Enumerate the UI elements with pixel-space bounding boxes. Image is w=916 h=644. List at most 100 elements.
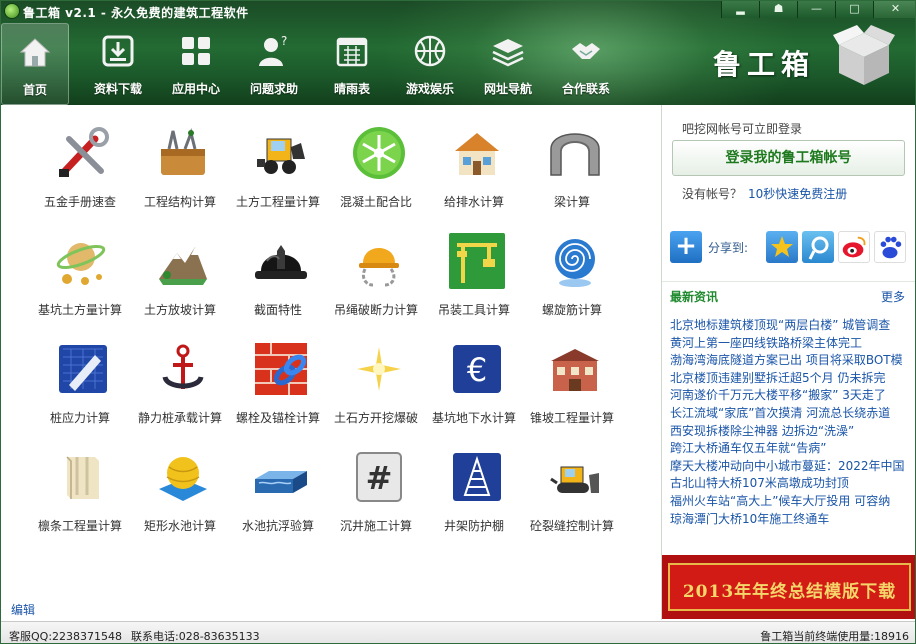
- help-person-icon: ?: [259, 34, 287, 66]
- app-label: 土石方开挖爆破: [333, 411, 418, 425]
- app-tile[interactable]: 吊装工具计算: [425, 213, 523, 317]
- app-tile[interactable]: 混凝土配合比: [327, 105, 425, 209]
- close-button[interactable]: ✕: [873, 1, 915, 18]
- app-tile[interactable]: 砼裂缝控制计算: [523, 429, 621, 533]
- sina-share-icon[interactable]: [838, 231, 870, 263]
- app-tile[interactable]: 土方放坡计算: [131, 213, 229, 317]
- svg-text:€: €: [467, 351, 487, 389]
- toolbar-app-center[interactable]: 应用中心: [157, 23, 235, 105]
- app-tile[interactable]: 螺栓及锚栓计算: [229, 321, 327, 425]
- news-item[interactable]: 福州火车站“高大上”候车大厅投用 可容纳: [670, 493, 910, 511]
- promo-banner-text: 2013年年终总结模版下载: [682, 582, 897, 602]
- news-item[interactable]: 河南遂价千万元大楼平移“搬家” 3天走了: [670, 387, 910, 405]
- app-label: 五金手册速查: [43, 195, 116, 209]
- maximize-button[interactable]: □: [835, 1, 873, 18]
- app-label: 锥坡工程量计算: [529, 411, 614, 425]
- app-tile[interactable]: € 基坑地下水计算: [425, 321, 523, 425]
- news-item[interactable]: 北京地标建筑楼顶现“两层白楼” 城管调查: [670, 317, 910, 335]
- app-label: 基坑地下水计算: [431, 411, 516, 425]
- toolbar-download[interactable]: 资料下载: [79, 23, 157, 105]
- toolbar-label: 合作联系: [561, 82, 610, 96]
- app-label: 截面特性: [253, 303, 302, 317]
- app-label: 梁计算: [553, 195, 590, 209]
- promo-banner[interactable]: 2013年年终总结模版下载: [662, 555, 915, 619]
- login-button[interactable]: 登录我的鲁工箱帐号: [672, 140, 905, 176]
- anchor-icon: [162, 344, 204, 389]
- toolbar-home[interactable]: 首页: [1, 23, 69, 105]
- window-title: 鲁工箱 v2.1 - 永久免费的建筑工程软件: [23, 6, 249, 20]
- svg-text:?: ?: [281, 34, 287, 48]
- app-label: 土方工程量计算: [235, 195, 320, 209]
- news-list: 北京地标建筑楼顶现“两层白楼” 城管调查 黄河上第一座四线铁路桥梁主体完工 渤海…: [670, 317, 910, 528]
- edit-link[interactable]: 编辑: [11, 601, 35, 618]
- promo-banner-frame: 2013年年终总结模版下载: [668, 563, 911, 611]
- news-item[interactable]: 西安现拆楼除尘神器 边拆边“洗澡”: [670, 423, 910, 441]
- app-tile[interactable]: 锥坡工程量计算: [523, 321, 621, 425]
- app-grid: 五金手册速查 工程结构计算 土方工程量计算 混凝土配合比 给排水计算 梁计算 基…: [1, 105, 661, 620]
- star-icon: [771, 236, 793, 257]
- burst-icon: [357, 347, 401, 391]
- toolbar-label: 问题求助: [249, 82, 298, 96]
- handshake-icon: [572, 43, 600, 59]
- app-label: 桩应力计算: [49, 411, 110, 425]
- skin-button[interactable]: ▂: [721, 1, 759, 18]
- app-tile[interactable]: 工程结构计算: [131, 105, 229, 209]
- news-item[interactable]: 跨江大桥通车仅五年就“告病”: [670, 440, 910, 458]
- app-tile[interactable]: 矩形水池计算: [131, 429, 229, 533]
- title-bar: 鲁工箱 v2.1 - 永久免费的建筑工程软件 ▂ ☗ — □ ✕: [1, 1, 915, 23]
- toolbar-cooperation[interactable]: 合作联系: [547, 23, 625, 105]
- app-tile[interactable]: 水池抗浮验算: [229, 429, 327, 533]
- baidu-share-icon[interactable]: [874, 231, 906, 263]
- app-tile[interactable]: 静力桩承载计算: [131, 321, 229, 425]
- tools-icon: [59, 127, 109, 177]
- toolbar-weather[interactable]: 晴雨表: [313, 23, 391, 105]
- app-tile[interactable]: 吊绳破断力计算: [327, 213, 425, 317]
- news-item[interactable]: 北京楼顶违建别墅拆迁超5个月 仍未拆完: [670, 370, 910, 388]
- toolbar-help[interactable]: ? 问题求助: [235, 23, 313, 105]
- app-label: 水池抗浮验算: [241, 519, 314, 533]
- brand-area: 鲁工箱: [713, 25, 903, 91]
- pool-icon: [255, 471, 307, 493]
- hash-icon: #: [356, 452, 402, 502]
- news-more-link[interactable]: 更多: [881, 288, 905, 305]
- minimize-button[interactable]: —: [797, 1, 835, 18]
- app-tile[interactable]: 螺旋筋计算: [523, 213, 621, 317]
- app-tile[interactable]: 檩条工程量计算: [31, 429, 129, 533]
- register-link[interactable]: 10秒快速免费注册: [748, 187, 847, 201]
- news-item[interactable]: 渤海湾海底隧道方案已出 项目将采取BOT模: [670, 352, 910, 370]
- app-label: 井架防护棚: [443, 519, 504, 533]
- app-tile[interactable]: 梁计算: [523, 105, 621, 209]
- brick-chain-icon: [255, 343, 307, 395]
- app-label: 给排水计算: [443, 195, 504, 209]
- app-tile[interactable]: 井架防护棚: [425, 429, 523, 533]
- toolbar-nav[interactable]: 网址导航: [469, 23, 547, 105]
- layers-icon: [492, 39, 524, 67]
- app-tile[interactable]: 土石方开挖爆破: [327, 321, 425, 425]
- blueprint-icon: [59, 345, 107, 393]
- house-icon: [455, 133, 499, 175]
- news-item[interactable]: 摩天大楼冲动向中小城市蔓延：2022年中国: [670, 458, 910, 476]
- news-item[interactable]: 长江流域“家底”首次摸清 河流总长绕赤道: [670, 405, 910, 423]
- app-tile[interactable]: 基坑土方量计算: [31, 213, 129, 317]
- news-item[interactable]: 琼海潭门大桥10年施工终通车: [670, 511, 910, 529]
- app-tile[interactable]: 五金手册速查: [31, 105, 129, 209]
- beam-icon: [66, 456, 99, 499]
- app-tile[interactable]: 截面特性: [229, 213, 327, 317]
- spiral-icon: [555, 239, 595, 287]
- add-share-button[interactable]: +: [670, 231, 702, 263]
- qzone-share-icon[interactable]: [766, 231, 798, 263]
- box-logo-icon: [833, 25, 895, 85]
- app-label: 螺旋筋计算: [541, 303, 602, 317]
- menu-button[interactable]: ☗: [759, 1, 797, 18]
- app-tile[interactable]: 桩应力计算: [31, 321, 129, 425]
- side-panel: 吧挖网帐号可立即登录 登录我的鲁工箱帐号 没有帐号？ 10秒快速免费注册 + 分享…: [661, 105, 915, 620]
- status-bar: 客服QQ:2238371548 联系电话:028-83635133 鲁工箱当前终…: [1, 621, 915, 643]
- tencent-share-icon[interactable]: [802, 231, 834, 263]
- app-tile[interactable]: 给排水计算: [425, 105, 523, 209]
- news-item[interactable]: 古北山特大桥107米高墩成功封顶: [670, 475, 910, 493]
- app-tile[interactable]: 土方工程量计算: [229, 105, 327, 209]
- app-label: 砼裂缝控制计算: [529, 519, 614, 533]
- toolbar-games[interactable]: 游戏娱乐: [391, 23, 469, 105]
- news-item[interactable]: 黄河上第一座四线铁路桥梁主体完工: [670, 335, 910, 353]
- app-tile[interactable]: # 沉井施工计算: [327, 429, 425, 533]
